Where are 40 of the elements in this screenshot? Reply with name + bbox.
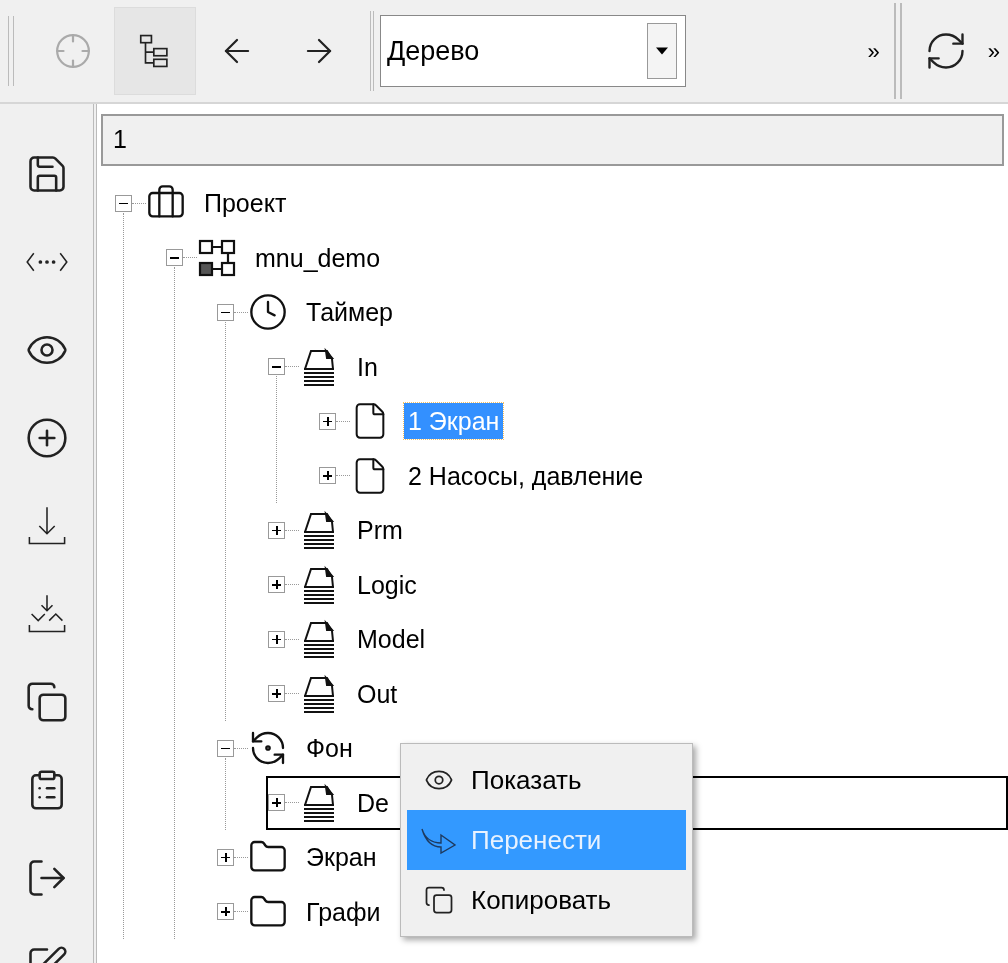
- tree-item[interactable]: Таймер: [302, 294, 397, 331]
- expand-toggle[interactable]: [268, 685, 285, 703]
- tree-item[interactable]: In: [353, 348, 382, 385]
- collapse-toggle[interactable]: [166, 249, 183, 267]
- overflow-button[interactable]: »: [979, 34, 1008, 68]
- tree-item[interactable]: mnu_demo: [251, 239, 385, 276]
- overflow-button[interactable]: »: [863, 34, 884, 68]
- expand-toggle[interactable]: [268, 630, 285, 648]
- tree-item[interactable]: Графи: [302, 893, 385, 930]
- tree-item[interactable]: Prm: [353, 512, 407, 549]
- collapse-toggle[interactable]: [115, 194, 132, 212]
- collapse-toggle[interactable]: [217, 303, 234, 321]
- expand-toggle[interactable]: [319, 467, 336, 485]
- copy-icon[interactable]: [24, 680, 69, 724]
- expand-toggle[interactable]: [268, 576, 285, 594]
- add-icon[interactable]: [24, 416, 69, 460]
- crosshair-icon: [54, 32, 92, 70]
- tree-item[interactable]: Проект: [200, 185, 291, 222]
- tree-item[interactable]: De: [353, 784, 393, 821]
- expand-toggle[interactable]: [268, 521, 285, 539]
- menu-item[interactable]: Показать: [407, 750, 686, 810]
- menu-item[interactable]: Копировать: [407, 870, 686, 930]
- tree-item[interactable]: Out: [353, 675, 402, 712]
- toolbar-grip[interactable]: [370, 11, 374, 91]
- expand-toggle[interactable]: [268, 794, 285, 812]
- expand-toggle[interactable]: [319, 412, 336, 430]
- expand-toggle[interactable]: [217, 848, 234, 866]
- expand-toggle[interactable]: [217, 903, 234, 921]
- tree-item[interactable]: Фон: [302, 730, 357, 767]
- tree-button[interactable]: [114, 7, 196, 95]
- tree-item[interactable]: Model: [353, 621, 430, 658]
- collapse-toggle[interactable]: [268, 358, 285, 376]
- path-field[interactable]: 1: [101, 114, 1004, 166]
- tree-item[interactable]: Экран: [302, 839, 381, 876]
- tree-item[interactable]: 2 Насосы, давление: [404, 457, 648, 494]
- view-dropdown[interactable]: Дерево: [380, 15, 686, 87]
- toolbar-grip[interactable]: [8, 16, 14, 86]
- toolbar-grip[interactable]: [893, 3, 902, 99]
- collapse-toggle[interactable]: [217, 739, 234, 757]
- tree-item[interactable]: Logic: [353, 566, 421, 603]
